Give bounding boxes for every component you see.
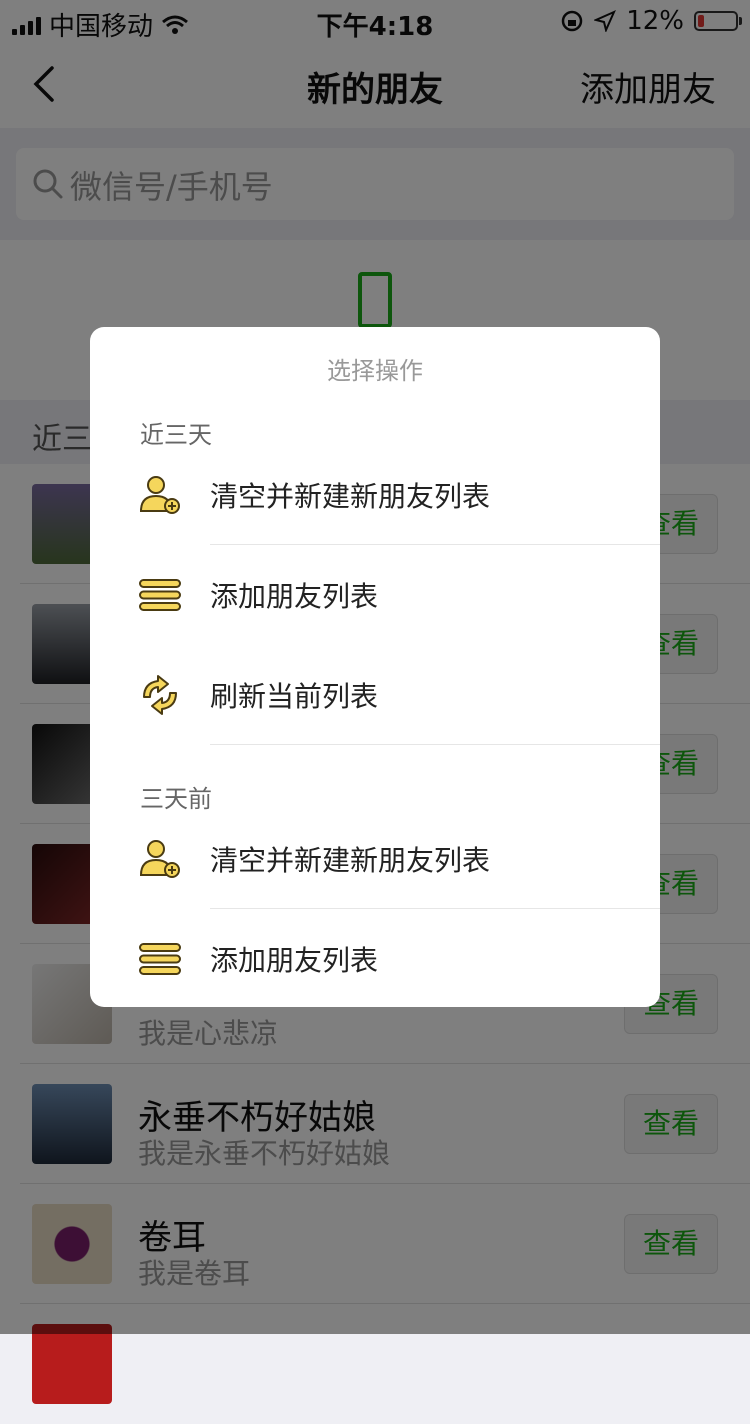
option-label: 添加朋友列表 bbox=[210, 944, 379, 977]
add-user-icon bbox=[139, 476, 180, 514]
action-dialog: 选择操作 近三天 清空并新建新朋友列表 添加朋友列表 刷新当前列表 三天前 清空… bbox=[90, 327, 660, 1007]
dialog-title: 选择操作 bbox=[327, 357, 423, 385]
list-icon bbox=[139, 579, 181, 611]
refresh-icon bbox=[143, 675, 177, 715]
add-user-icon bbox=[139, 840, 180, 878]
clear-and-new-list-option[interactable]: 清空并新建新朋友列表 bbox=[90, 445, 660, 545]
option-label: 刷新当前列表 bbox=[210, 680, 379, 713]
add-friend-list-option[interactable]: 添加朋友列表 bbox=[90, 545, 660, 645]
refresh-list-option[interactable]: 刷新当前列表 bbox=[90, 645, 660, 745]
option-label: 清空并新建新朋友列表 bbox=[210, 480, 491, 513]
add-friend-list-option[interactable]: 添加朋友列表 bbox=[90, 909, 660, 1009]
clear-and-new-list-option[interactable]: 清空并新建新朋友列表 bbox=[90, 809, 660, 909]
option-label: 添加朋友列表 bbox=[210, 580, 379, 613]
option-label: 清空并新建新朋友列表 bbox=[210, 844, 491, 877]
avatar bbox=[32, 1324, 112, 1404]
list-icon bbox=[139, 943, 181, 975]
